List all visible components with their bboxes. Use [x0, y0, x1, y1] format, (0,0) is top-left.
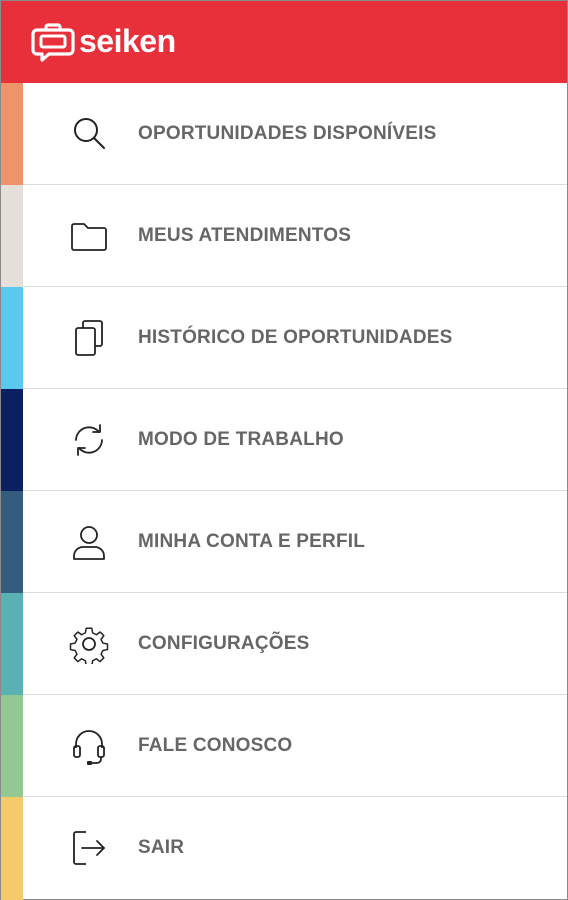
menu-label: HISTÓRICO DE OPORTUNIDADES	[138, 326, 453, 348]
gear-icon	[69, 624, 109, 664]
navigation-drawer: seiken OPORTUNIDADES DISPONÍVEIS MEUS AT	[0, 0, 568, 900]
menu-label: MINHA CONTA E PERFIL	[138, 530, 366, 552]
copy-icon	[69, 318, 109, 358]
menu-label: FALE CONOSCO	[138, 734, 293, 756]
menu-label: CONFIGURAÇÕES	[138, 632, 310, 654]
headset-icon	[69, 726, 109, 766]
menu-item-oportunidades-disponiveis[interactable]: OPORTUNIDADES DISPONÍVEIS	[1, 83, 567, 185]
menu-color-strip	[1, 83, 23, 185]
menu-list: OPORTUNIDADES DISPONÍVEIS MEUS ATENDIMEN…	[1, 83, 567, 900]
menu-color-strip	[1, 593, 23, 695]
folder-icon	[69, 216, 109, 256]
refresh-icon	[69, 420, 109, 460]
menu-color-strip	[1, 389, 23, 491]
search-icon	[69, 114, 109, 154]
menu-item-modo-de-trabalho[interactable]: MODO DE TRABALHO	[1, 389, 567, 491]
menu-item-minha-conta-e-perfil[interactable]: MINHA CONTA E PERFIL	[1, 491, 567, 593]
menu-item-historico-de-oportunidades[interactable]: HISTÓRICO DE OPORTUNIDADES	[1, 287, 567, 389]
menu-label: MEUS ATENDIMENTOS	[138, 224, 352, 246]
menu-item-configuracoes[interactable]: CONFIGURAÇÕES	[1, 593, 567, 695]
menu-color-strip	[1, 185, 23, 287]
menu-color-strip	[1, 797, 23, 900]
brand-logo[interactable]: seiken	[31, 22, 176, 62]
briefcase-chat-icon	[31, 22, 75, 62]
logout-icon	[69, 828, 109, 868]
menu-color-strip	[1, 287, 23, 389]
menu-label: OPORTUNIDADES DISPONÍVEIS	[138, 122, 437, 144]
user-icon	[69, 522, 109, 562]
menu-item-meus-atendimentos[interactable]: MEUS ATENDIMENTOS	[1, 185, 567, 287]
menu-item-fale-conosco[interactable]: FALE CONOSCO	[1, 695, 567, 797]
menu-color-strip	[1, 491, 23, 593]
menu-label: MODO DE TRABALHO	[138, 428, 344, 450]
app-header: seiken	[1, 1, 567, 83]
menu-color-strip	[1, 695, 23, 797]
brand-name: seiken	[79, 23, 176, 59]
menu-item-sair[interactable]: SAIR	[1, 797, 567, 900]
menu-label: SAIR	[138, 837, 185, 858]
